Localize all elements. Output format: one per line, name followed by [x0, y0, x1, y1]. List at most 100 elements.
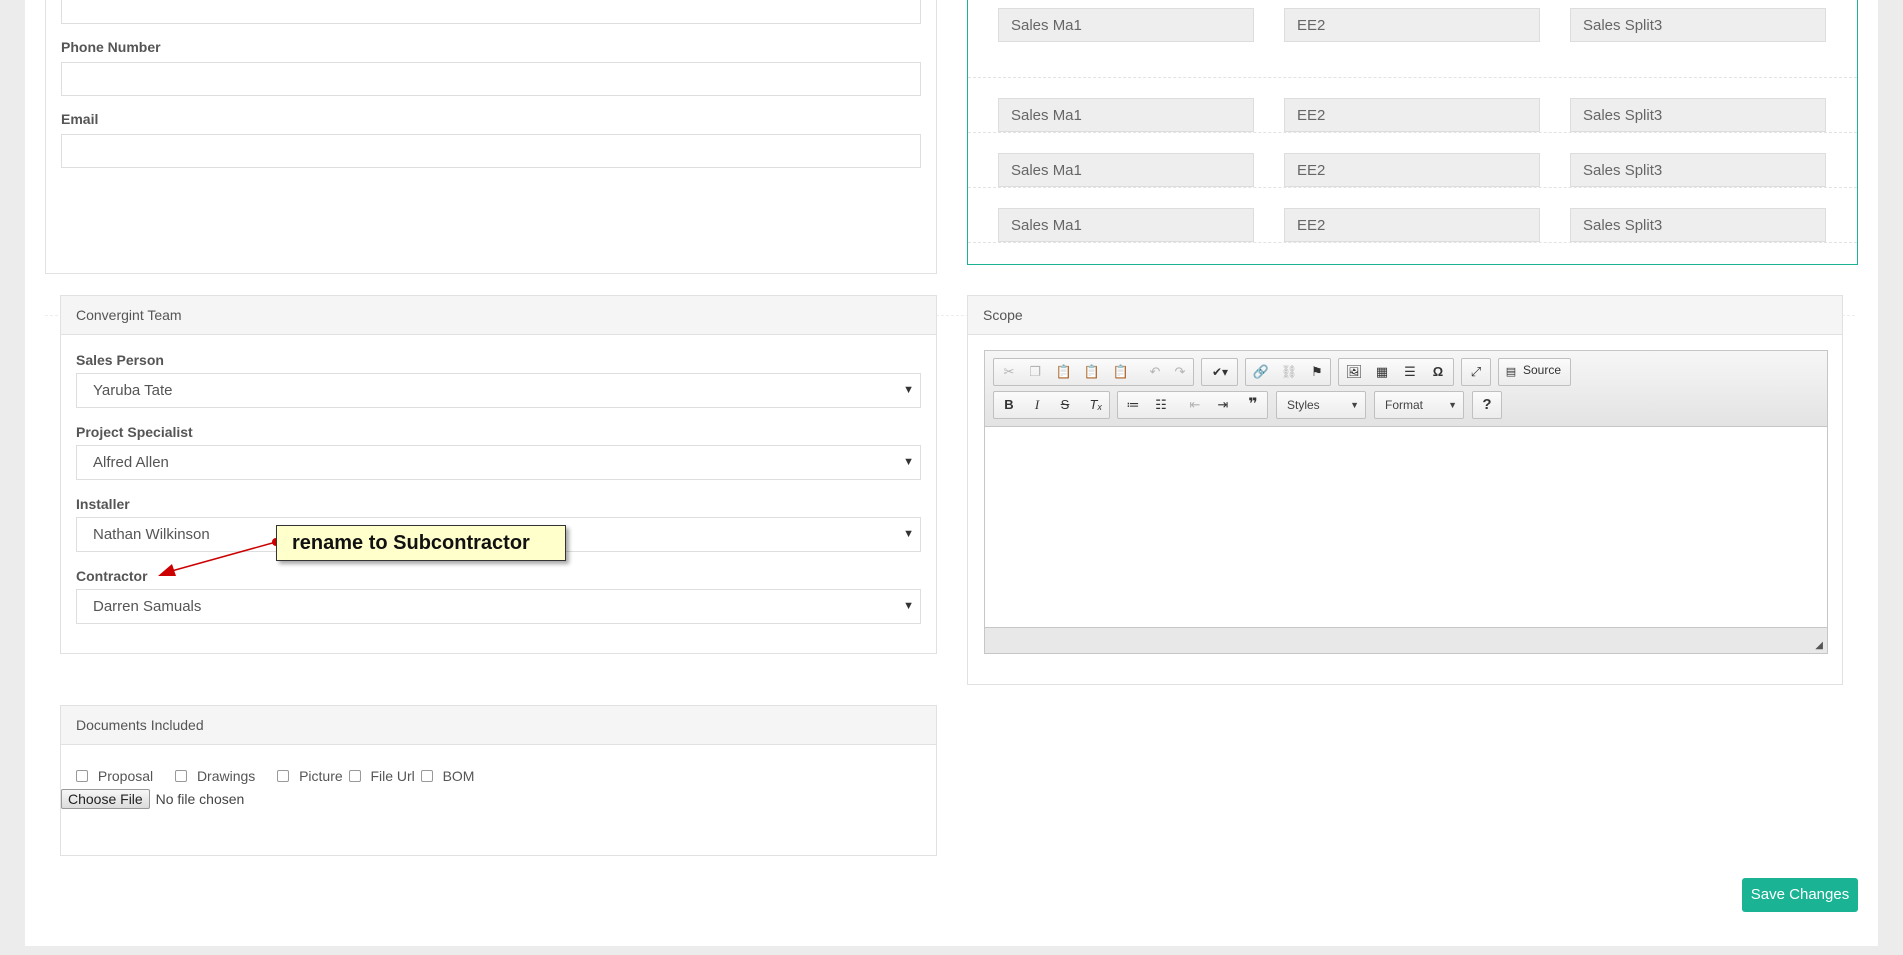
paste-icon[interactable]: 📋 [1053, 362, 1075, 382]
scope-panel-heading: Scope [968, 296, 1842, 335]
italic-icon[interactable]: I [1026, 395, 1048, 415]
outdent-icon[interactable]: ⇤ [1184, 395, 1206, 415]
file-upload: Choose File No file chosen [61, 789, 244, 809]
anchor-flag-icon[interactable]: ⚑ [1306, 362, 1328, 382]
table-icon[interactable]: ▦ [1371, 362, 1393, 382]
paste-word-icon[interactable]: 📋 [1110, 362, 1132, 382]
sales-person-select[interactable]: Yaruba Tate ▼ [76, 373, 921, 408]
choose-file-button[interactable]: Choose File [61, 789, 150, 809]
remove-format-icon[interactable]: Tₓ [1085, 395, 1107, 415]
unlink-icon[interactable]: ⛓ [1278, 362, 1300, 382]
blockquote-icon[interactable]: ❞ [1242, 395, 1264, 415]
row-divider [968, 187, 1857, 188]
installer-label: Installer [76, 496, 130, 512]
split-cell-code[interactable]: EE2 [1284, 153, 1540, 187]
help-group[interactable]: ? [1472, 391, 1502, 419]
contact-panel: Phone Number Email [45, 0, 937, 274]
file-url-checkbox[interactable] [348, 770, 361, 782]
contractor-value: Darren Samuals [93, 598, 202, 615]
copy-icon[interactable]: ❐ [1024, 362, 1046, 382]
proposal-label: Proposal [97, 768, 154, 784]
annotation-callout: rename to Subcontractor [276, 525, 566, 561]
styles-dropdown[interactable]: Styles ▼ [1276, 391, 1366, 419]
picture-label: Picture [299, 768, 343, 784]
sales-splits-panel: Sales Ma1 EE2 Sales Split3 Sales Ma1 EE2… [967, 0, 1858, 265]
resize-handle-icon[interactable]: ◢ [1815, 640, 1823, 651]
split-cell-split[interactable]: Sales Split3 [1570, 98, 1826, 132]
link-icon[interactable]: 🔗 [1250, 362, 1272, 382]
phone-input[interactable] [61, 62, 921, 96]
split-cell-code[interactable]: EE2 [1284, 208, 1540, 242]
save-changes-button[interactable]: Save Changes [1742, 878, 1858, 912]
arrow-head [158, 564, 176, 576]
bulleted-list-icon[interactable]: ☷ [1150, 395, 1172, 415]
sales-person-value: Yaruba Tate [93, 382, 173, 399]
maximize-group: ⤢ [1461, 358, 1491, 386]
split-cell-code[interactable]: EE2 [1284, 8, 1540, 42]
editor-toolbar: ✂ ❐ 📋 📋 📋 ↶ ↷ ✔▾ 🔗 ⛓ ⚑ 🖼 ▦ ☰ Ω ⤢ ▤ Sourc… [985, 351, 1827, 427]
project-specialist-value: Alfred Allen [93, 454, 169, 471]
numbered-list-icon[interactable]: ≔ [1122, 395, 1144, 415]
bom-label: BOM [442, 768, 475, 784]
split-cell-code[interactable]: EE2 [1284, 98, 1540, 132]
top-input-field[interactable] [61, 0, 921, 24]
split-cell-name[interactable]: Sales Ma1 [998, 153, 1254, 187]
drawings-label: Drawings [196, 768, 256, 784]
indent-icon[interactable]: ⇥ [1212, 395, 1234, 415]
source-button-label: Source [1523, 363, 1562, 377]
split-cell-name[interactable]: Sales Ma1 [998, 98, 1254, 132]
clipboard-group: ✂ ❐ 📋 📋 📋 ↶ ↷ [993, 358, 1194, 386]
spellcheck-icon[interactable]: ✔▾ [1206, 362, 1234, 382]
email-label: Email [61, 111, 99, 127]
split-cell-name[interactable]: Sales Ma1 [998, 8, 1254, 42]
styles-dropdown-label: Styles [1287, 398, 1320, 412]
redo-icon[interactable]: ↷ [1169, 362, 1191, 382]
chevron-down-icon: ▼ [903, 528, 914, 540]
link-group: 🔗 ⛓ ⚑ [1245, 358, 1331, 386]
arrow-line [167, 541, 277, 573]
split-cell-split[interactable]: Sales Split3 [1570, 8, 1826, 42]
horizontal-rule-icon[interactable]: ☰ [1399, 362, 1421, 382]
chevron-down-icon: ▼ [903, 384, 914, 396]
split-cell-split[interactable]: Sales Split3 [1570, 153, 1826, 187]
sales-person-label: Sales Person [76, 352, 164, 368]
format-dropdown[interactable]: Format ▼ [1374, 391, 1464, 419]
no-file-text: No file chosen [155, 791, 245, 807]
basic-styles-group: B I S Tₓ [993, 391, 1110, 419]
split-cell-name[interactable]: Sales Ma1 [998, 208, 1254, 242]
source-group[interactable]: ▤ Source [1498, 358, 1571, 386]
source-icon: ▤ [1505, 366, 1517, 378]
documents-panel: Documents Included Proposal Drawings Pic… [60, 705, 937, 856]
bold-icon[interactable]: B [998, 395, 1020, 415]
editor-content-area[interactable] [985, 428, 1827, 627]
format-dropdown-label: Format [1385, 398, 1424, 412]
chevron-down-icon: ▼ [1350, 400, 1359, 410]
chevron-down-icon: ▼ [903, 600, 914, 612]
team-panel: Convergint Team Sales Person Yaruba Tate… [60, 295, 937, 654]
project-specialist-label: Project Specialist [76, 424, 193, 440]
strikethrough-icon[interactable]: S [1054, 395, 1076, 415]
maximize-icon[interactable]: ⤢ [1465, 362, 1487, 382]
chevron-down-icon: ▼ [903, 456, 914, 468]
picture-checkbox[interactable] [277, 770, 290, 782]
cut-icon[interactable]: ✂ [998, 362, 1020, 382]
paste-text-icon[interactable]: 📋 [1081, 362, 1103, 382]
split-cell-split[interactable]: Sales Split3 [1570, 208, 1826, 242]
project-specialist-select[interactable]: Alfred Allen ▼ [76, 445, 921, 480]
phone-label: Phone Number [61, 39, 161, 55]
chevron-down-icon: ▼ [1448, 400, 1457, 410]
image-icon[interactable]: 🖼 [1343, 362, 1365, 382]
row-divider [968, 242, 1857, 243]
undo-icon[interactable]: ↶ [1144, 362, 1166, 382]
documents-panel-heading: Documents Included [61, 706, 936, 745]
proposal-checkbox[interactable] [76, 770, 88, 782]
editor-status-bar: ◢ [985, 627, 1827, 653]
drawings-checkbox[interactable] [175, 770, 188, 782]
scope-editor: ✂ ❐ 📋 📋 📋 ↶ ↷ ✔▾ 🔗 ⛓ ⚑ 🖼 ▦ ☰ Ω ⤢ ▤ Sourc… [984, 350, 1828, 654]
contractor-select[interactable]: Darren Samuals ▼ [76, 589, 921, 624]
bom-checkbox[interactable] [420, 770, 433, 782]
special-char-icon[interactable]: Ω [1427, 362, 1449, 382]
insert-group: 🖼 ▦ ☰ Ω [1338, 358, 1454, 386]
row-divider [968, 77, 1857, 78]
email-input[interactable] [61, 134, 921, 168]
